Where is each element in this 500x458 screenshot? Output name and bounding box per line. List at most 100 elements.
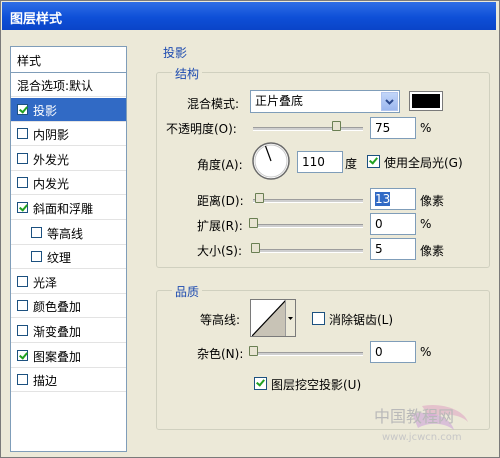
spread-label: 扩展(R): (197, 219, 243, 233)
size-unit: 像素 (420, 244, 445, 258)
knockout-checkbox[interactable] (254, 377, 267, 390)
style-item-label: 斜面和浮雕 (33, 202, 94, 216)
style-item-checkbox[interactable] (31, 226, 42, 238)
svg-text:中国教程网: 中国教程网 (374, 407, 454, 426)
style-item-checkbox[interactable] (17, 300, 28, 312)
window-title: 图层样式 (10, 12, 63, 27)
blend-mode-select[interactable]: 正片叠底 (250, 90, 400, 113)
spread-unit: % (420, 217, 432, 231)
style-item-checkbox[interactable] (17, 177, 28, 189)
opacity-slider-thumb[interactable] (331, 121, 341, 131)
style-item-label: 内阴影 (33, 128, 70, 143)
blend-mode-value: 正片叠底 (255, 94, 304, 108)
style-item-label: 光泽 (33, 275, 58, 290)
angle-dial-icon (252, 142, 290, 180)
style-item[interactable]: 颜色叠加 (11, 294, 126, 319)
style-item-label: 投影 (33, 103, 58, 118)
quality-title: 品质 (172, 283, 203, 300)
opacity-label: 不透明度(O): (166, 122, 237, 136)
style-item[interactable]: 渐变叠加 (11, 319, 126, 343)
noise-value: 0 (375, 345, 383, 359)
shadow-color-swatch[interactable] (409, 91, 443, 111)
distance-value: 13 (375, 192, 391, 206)
style-item[interactable]: 内发光 (11, 171, 126, 196)
style-item[interactable]: 图案叠加 (11, 344, 126, 368)
style-item-checkbox[interactable] (17, 103, 28, 115)
style-item-checkbox[interactable] (17, 374, 28, 386)
contour-label: 等高线: (200, 313, 241, 327)
distance-input[interactable]: 13 (370, 188, 416, 210)
style-item-checkbox[interactable] (17, 202, 28, 213)
style-item-label: 纹理 (47, 251, 72, 266)
style-item[interactable]: 混合选项:默认 (11, 73, 126, 97)
style-item-checkbox[interactable] (31, 251, 42, 263)
style-item-label: 颜色叠加 (33, 300, 82, 315)
style-item[interactable]: 内阴影 (11, 122, 126, 147)
style-item[interactable]: 描边 (11, 368, 126, 393)
noise-slider-thumb[interactable] (249, 346, 258, 356)
style-item[interactable]: 光泽 (11, 270, 126, 294)
spread-input[interactable]: 0 (370, 213, 416, 235)
opacity-unit: % (420, 121, 432, 135)
contour-dropdown-arrow-icon[interactable] (285, 300, 295, 336)
style-item-checkbox[interactable] (17, 275, 28, 287)
distance-unit: 像素 (420, 194, 445, 208)
spread-value: 0 (375, 217, 383, 231)
distance-label: 距离(D): (197, 194, 244, 208)
blend-mode-label: 混合模式: (187, 97, 240, 111)
anti-alias-checkbox[interactable] (312, 312, 325, 325)
style-item[interactable]: 等高线 (11, 221, 126, 245)
style-item[interactable]: 斜面和浮雕 (11, 196, 126, 220)
opacity-value: 75 (375, 121, 391, 135)
style-item-label: 渐变叠加 (33, 325, 82, 339)
angle-value: 110 (302, 155, 325, 169)
style-item-label: 内发光 (33, 177, 70, 192)
styles-header: 样式 (11, 47, 126, 73)
style-item[interactable]: 纹理 (11, 245, 126, 270)
distance-slider-track[interactable] (253, 199, 363, 203)
style-item-label: 图案叠加 (33, 349, 82, 364)
noise-unit: % (420, 345, 432, 359)
chevron-down-icon[interactable] (381, 92, 398, 111)
noise-input[interactable]: 0 (370, 341, 416, 363)
anti-alias-label[interactable]: 消除锯齿(L) (329, 311, 393, 328)
opacity-slider-track[interactable] (253, 127, 363, 131)
structure-title: 结构 (172, 65, 203, 82)
size-value: 5 (375, 242, 383, 256)
angle-unit: 度 (345, 157, 358, 171)
distance-slider-thumb[interactable] (254, 193, 264, 203)
style-item-label: 混合选项:默认 (17, 79, 94, 93)
opacity-input[interactable]: 75 (370, 117, 416, 139)
styles-list: 样式 混合选项:默认投影内阴影外发光内发光斜面和浮雕等高线纹理光泽颜色叠加渐变叠… (10, 46, 127, 452)
style-item-checkbox[interactable] (17, 325, 28, 336)
size-label: 大小(S): (197, 244, 243, 258)
title-bar[interactable]: 图层样式 (2, 2, 496, 30)
noise-label: 杂色(N): (197, 347, 244, 361)
angle-input[interactable]: 110 (297, 151, 343, 173)
global-light-checkbox[interactable] (367, 155, 380, 168)
style-item-checkbox[interactable] (17, 349, 28, 361)
size-slider-track[interactable] (253, 249, 363, 253)
svg-text:www.jcwcn.com: www.jcwcn.com (382, 432, 462, 443)
style-item[interactable]: 投影 (11, 97, 126, 122)
styles-header-label: 样式 (17, 54, 42, 68)
angle-label: 角度(A): (197, 158, 243, 172)
contour-preview-icon (252, 300, 286, 336)
spread-slider-thumb[interactable] (249, 218, 258, 228)
style-item-checkbox[interactable] (17, 152, 28, 164)
angle-dial[interactable] (251, 141, 291, 181)
style-item[interactable]: 外发光 (11, 147, 126, 171)
watermark-logo: 中国教程网 www.jcwcn.com (372, 400, 490, 448)
style-item-label: 等高线 (47, 226, 84, 241)
spread-slider-track[interactable] (253, 224, 363, 228)
size-slider-thumb[interactable] (251, 243, 261, 253)
style-item-label: 外发光 (33, 152, 70, 167)
section-title-drop-shadow: 投影 (160, 44, 191, 61)
contour-picker[interactable] (250, 299, 296, 337)
knockout-label[interactable]: 图层挖空投影(U) (271, 376, 361, 393)
noise-slider-track[interactable] (253, 352, 363, 356)
watermark-swirl-icon: 中国教程网 www.jcwcn.com (374, 404, 468, 443)
size-input[interactable]: 5 (370, 238, 416, 260)
global-light-label[interactable]: 使用全局光(G) (384, 154, 463, 171)
style-item-checkbox[interactable] (17, 128, 28, 140)
